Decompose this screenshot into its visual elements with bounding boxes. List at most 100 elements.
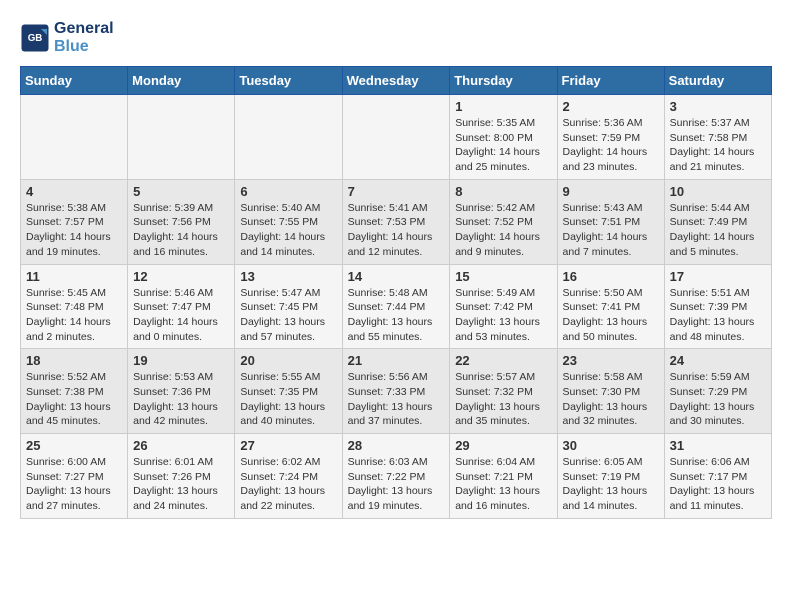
calendar-cell: 25 Sunrise: 6:00 AM Sunset: 7:27 PM Dayli…: [21, 434, 128, 519]
day-number: 22: [455, 353, 551, 368]
weekday-header-tuesday: Tuesday: [235, 67, 342, 95]
calendar-cell: 18 Sunrise: 5:52 AM Sunset: 7:38 PM Dayli…: [21, 349, 128, 434]
calendar-week-3: 11 Sunrise: 5:45 AM Sunset: 7:48 PM Dayli…: [21, 264, 772, 349]
day-number: 12: [133, 269, 229, 284]
day-info: Sunrise: 5:41 AM Sunset: 7:53 PM Dayligh…: [348, 201, 445, 260]
day-number: 6: [240, 184, 336, 199]
calendar-header-row: SundayMondayTuesdayWednesdayThursdayFrid…: [21, 67, 772, 95]
day-info: Sunrise: 5:48 AM Sunset: 7:44 PM Dayligh…: [348, 286, 445, 345]
logo-icon: GB: [20, 23, 50, 53]
day-info: Sunrise: 5:45 AM Sunset: 7:48 PM Dayligh…: [26, 286, 122, 345]
day-number: 19: [133, 353, 229, 368]
logo-text: General Blue: [54, 20, 114, 56]
weekday-header-saturday: Saturday: [664, 67, 771, 95]
calendar-cell: 31 Sunrise: 6:06 AM Sunset: 7:17 PM Dayli…: [664, 434, 771, 519]
page-header: GB General Blue: [20, 20, 772, 56]
calendar-week-2: 4 Sunrise: 5:38 AM Sunset: 7:57 PM Daylig…: [21, 179, 772, 264]
weekday-header-friday: Friday: [557, 67, 664, 95]
day-number: 11: [26, 269, 122, 284]
day-info: Sunrise: 5:56 AM Sunset: 7:33 PM Dayligh…: [348, 370, 445, 429]
day-number: 10: [670, 184, 766, 199]
day-info: Sunrise: 5:50 AM Sunset: 7:41 PM Dayligh…: [563, 286, 659, 345]
calendar-table: SundayMondayTuesdayWednesdayThursdayFrid…: [20, 66, 772, 519]
day-number: 13: [240, 269, 336, 284]
day-number: 20: [240, 353, 336, 368]
day-info: Sunrise: 5:46 AM Sunset: 7:47 PM Dayligh…: [133, 286, 229, 345]
day-number: 23: [563, 353, 659, 368]
day-info: Sunrise: 5:37 AM Sunset: 7:58 PM Dayligh…: [670, 116, 766, 175]
day-info: Sunrise: 5:42 AM Sunset: 7:52 PM Dayligh…: [455, 201, 551, 260]
calendar-cell: [128, 95, 235, 180]
day-info: Sunrise: 5:55 AM Sunset: 7:35 PM Dayligh…: [240, 370, 336, 429]
calendar-cell: [21, 95, 128, 180]
calendar-cell: 5Sunrise: 5:39 AM Sunset: 7:56 PM Daylig…: [128, 179, 235, 264]
day-info: Sunrise: 5:58 AM Sunset: 7:30 PM Dayligh…: [563, 370, 659, 429]
calendar-week-1: 1 Sunrise: 5:35 AM Sunset: 8:00 PM Daylig…: [21, 95, 772, 180]
logo: GB General Blue: [20, 20, 114, 56]
calendar-cell: [235, 95, 342, 180]
calendar-cell: 9Sunrise: 5:43 AM Sunset: 7:51 PM Daylig…: [557, 179, 664, 264]
day-info: Sunrise: 5:52 AM Sunset: 7:38 PM Dayligh…: [26, 370, 122, 429]
calendar-cell: 13 Sunrise: 5:47 AM Sunset: 7:45 PM Dayli…: [235, 264, 342, 349]
day-number: 30: [563, 438, 659, 453]
calendar-cell: 11 Sunrise: 5:45 AM Sunset: 7:48 PM Dayli…: [21, 264, 128, 349]
day-number: 25: [26, 438, 122, 453]
day-info: Sunrise: 6:02 AM Sunset: 7:24 PM Dayligh…: [240, 455, 336, 514]
day-info: Sunrise: 5:43 AM Sunset: 7:51 PM Dayligh…: [563, 201, 659, 260]
svg-text:GB: GB: [28, 33, 43, 44]
day-number: 24: [670, 353, 766, 368]
day-info: Sunrise: 6:04 AM Sunset: 7:21 PM Dayligh…: [455, 455, 551, 514]
weekday-header-sunday: Sunday: [21, 67, 128, 95]
day-number: 1: [455, 99, 551, 114]
day-info: Sunrise: 6:00 AM Sunset: 7:27 PM Dayligh…: [26, 455, 122, 514]
day-info: Sunrise: 5:49 AM Sunset: 7:42 PM Dayligh…: [455, 286, 551, 345]
day-number: 21: [348, 353, 445, 368]
calendar-cell: 20 Sunrise: 5:55 AM Sunset: 7:35 PM Dayli…: [235, 349, 342, 434]
calendar-cell: 27 Sunrise: 6:02 AM Sunset: 7:24 PM Dayli…: [235, 434, 342, 519]
day-info: Sunrise: 5:53 AM Sunset: 7:36 PM Dayligh…: [133, 370, 229, 429]
calendar-cell: 10 Sunrise: 5:44 AM Sunset: 7:49 PM Dayli…: [664, 179, 771, 264]
day-number: 27: [240, 438, 336, 453]
calendar-cell: 2 Sunrise: 5:36 AM Sunset: 7:59 PM Daylig…: [557, 95, 664, 180]
calendar-cell: 6 Sunrise: 5:40 AM Sunset: 7:55 PM Daylig…: [235, 179, 342, 264]
weekday-header-wednesday: Wednesday: [342, 67, 450, 95]
calendar-week-5: 25 Sunrise: 6:00 AM Sunset: 7:27 PM Dayli…: [21, 434, 772, 519]
day-number: 31: [670, 438, 766, 453]
day-number: 18: [26, 353, 122, 368]
calendar-cell: 22 Sunrise: 5:57 AM Sunset: 7:32 PM Dayli…: [450, 349, 557, 434]
calendar-cell: 3 Sunrise: 5:37 AM Sunset: 7:58 PM Daylig…: [664, 95, 771, 180]
day-number: 17: [670, 269, 766, 284]
day-info: Sunrise: 5:39 AM Sunset: 7:56 PM Dayligh…: [133, 201, 229, 260]
calendar-cell: 30Sunrise: 6:05 AM Sunset: 7:19 PM Dayli…: [557, 434, 664, 519]
day-info: Sunrise: 6:03 AM Sunset: 7:22 PM Dayligh…: [348, 455, 445, 514]
day-info: Sunrise: 6:01 AM Sunset: 7:26 PM Dayligh…: [133, 455, 229, 514]
weekday-header-monday: Monday: [128, 67, 235, 95]
day-number: 26: [133, 438, 229, 453]
calendar-cell: 12 Sunrise: 5:46 AM Sunset: 7:47 PM Dayli…: [128, 264, 235, 349]
calendar-cell: 29Sunrise: 6:04 AM Sunset: 7:21 PM Dayli…: [450, 434, 557, 519]
day-info: Sunrise: 5:44 AM Sunset: 7:49 PM Dayligh…: [670, 201, 766, 260]
day-number: 3: [670, 99, 766, 114]
day-number: 28: [348, 438, 445, 453]
day-number: 15: [455, 269, 551, 284]
calendar-cell: 4 Sunrise: 5:38 AM Sunset: 7:57 PM Daylig…: [21, 179, 128, 264]
calendar-cell: 15 Sunrise: 5:49 AM Sunset: 7:42 PM Dayli…: [450, 264, 557, 349]
day-info: Sunrise: 5:57 AM Sunset: 7:32 PM Dayligh…: [455, 370, 551, 429]
calendar-cell: 8 Sunrise: 5:42 AM Sunset: 7:52 PM Daylig…: [450, 179, 557, 264]
calendar-cell: 28 Sunrise: 6:03 AM Sunset: 7:22 PM Dayli…: [342, 434, 450, 519]
calendar-cell: 7 Sunrise: 5:41 AM Sunset: 7:53 PM Daylig…: [342, 179, 450, 264]
day-info: Sunrise: 5:38 AM Sunset: 7:57 PM Dayligh…: [26, 201, 122, 260]
day-info: Sunrise: 5:59 AM Sunset: 7:29 PM Dayligh…: [670, 370, 766, 429]
day-info: Sunrise: 5:35 AM Sunset: 8:00 PM Dayligh…: [455, 116, 551, 175]
day-number: 8: [455, 184, 551, 199]
day-info: Sunrise: 5:47 AM Sunset: 7:45 PM Dayligh…: [240, 286, 336, 345]
day-number: 14: [348, 269, 445, 284]
day-info: Sunrise: 6:06 AM Sunset: 7:17 PM Dayligh…: [670, 455, 766, 514]
day-number: 2: [563, 99, 659, 114]
day-number: 4: [26, 184, 122, 199]
calendar-cell: [342, 95, 450, 180]
calendar-cell: 1 Sunrise: 5:35 AM Sunset: 8:00 PM Daylig…: [450, 95, 557, 180]
day-number: 7: [348, 184, 445, 199]
day-info: Sunrise: 5:40 AM Sunset: 7:55 PM Dayligh…: [240, 201, 336, 260]
day-info: Sunrise: 5:36 AM Sunset: 7:59 PM Dayligh…: [563, 116, 659, 175]
